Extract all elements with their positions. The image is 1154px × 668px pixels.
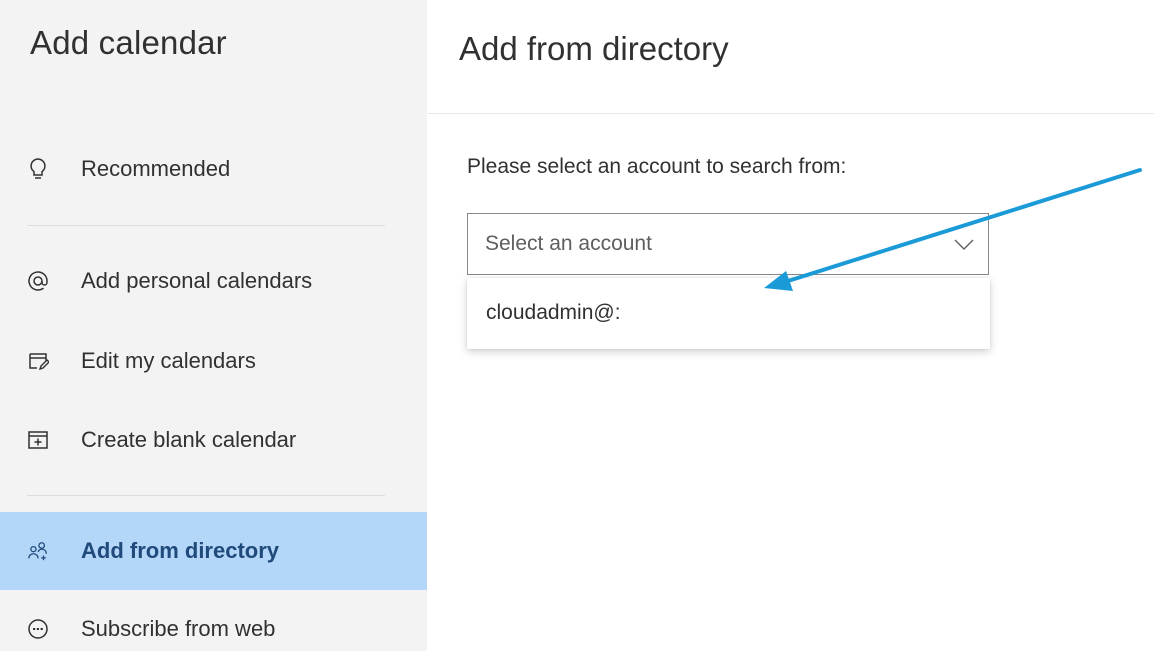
sidebar: Add calendar Recommended Add personal ca… bbox=[0, 0, 427, 651]
account-select[interactable]: Select an account bbox=[467, 213, 989, 275]
at-sign-icon bbox=[27, 270, 49, 292]
chevron-down-icon bbox=[954, 238, 974, 252]
sidebar-item-add-from-directory[interactable]: Add from directory bbox=[0, 512, 427, 590]
sidebar-item-edit-my-calendars[interactable]: Edit my calendars bbox=[0, 322, 427, 400]
sidebar-item-label: Add from directory bbox=[81, 538, 280, 563]
sidebar-item-subscribe-from-web[interactable]: Subscribe from web bbox=[0, 590, 427, 668]
edit-calendar-icon bbox=[27, 350, 49, 372]
sidebar-item-label: Add personal calendars bbox=[81, 268, 313, 293]
divider bbox=[27, 495, 385, 496]
sidebar-item-label: Create blank calendar bbox=[81, 427, 297, 452]
sidebar-title: Add calendar bbox=[30, 24, 227, 61]
sidebar-item-create-blank-calendar[interactable]: Create blank calendar bbox=[0, 401, 427, 479]
people-directory-icon bbox=[27, 540, 49, 562]
sidebar-item-add-personal-calendars[interactable]: Add personal calendars bbox=[0, 242, 427, 320]
sidebar-item-label: Edit my calendars bbox=[81, 348, 256, 373]
account-dropdown: cloudadmin@: bbox=[467, 278, 990, 349]
account-prompt-label: Please select an account to search from: bbox=[467, 155, 847, 178]
page-title: Add from directory bbox=[459, 30, 729, 67]
main-header: Add from directory bbox=[427, 0, 1154, 114]
lightbulb-icon bbox=[27, 158, 49, 180]
divider bbox=[27, 225, 385, 226]
subscribe-web-icon bbox=[27, 618, 49, 640]
calendar-add-icon bbox=[27, 429, 49, 451]
sidebar-item-recommended[interactable]: Recommended bbox=[0, 130, 427, 208]
account-option-label: cloudadmin@: bbox=[486, 301, 621, 324]
account-select-value: Select an account bbox=[485, 232, 652, 255]
sidebar-item-label: Recommended bbox=[81, 156, 231, 181]
sidebar-item-label: Subscribe from web bbox=[81, 616, 276, 641]
account-option[interactable]: cloudadmin@: bbox=[467, 278, 990, 349]
